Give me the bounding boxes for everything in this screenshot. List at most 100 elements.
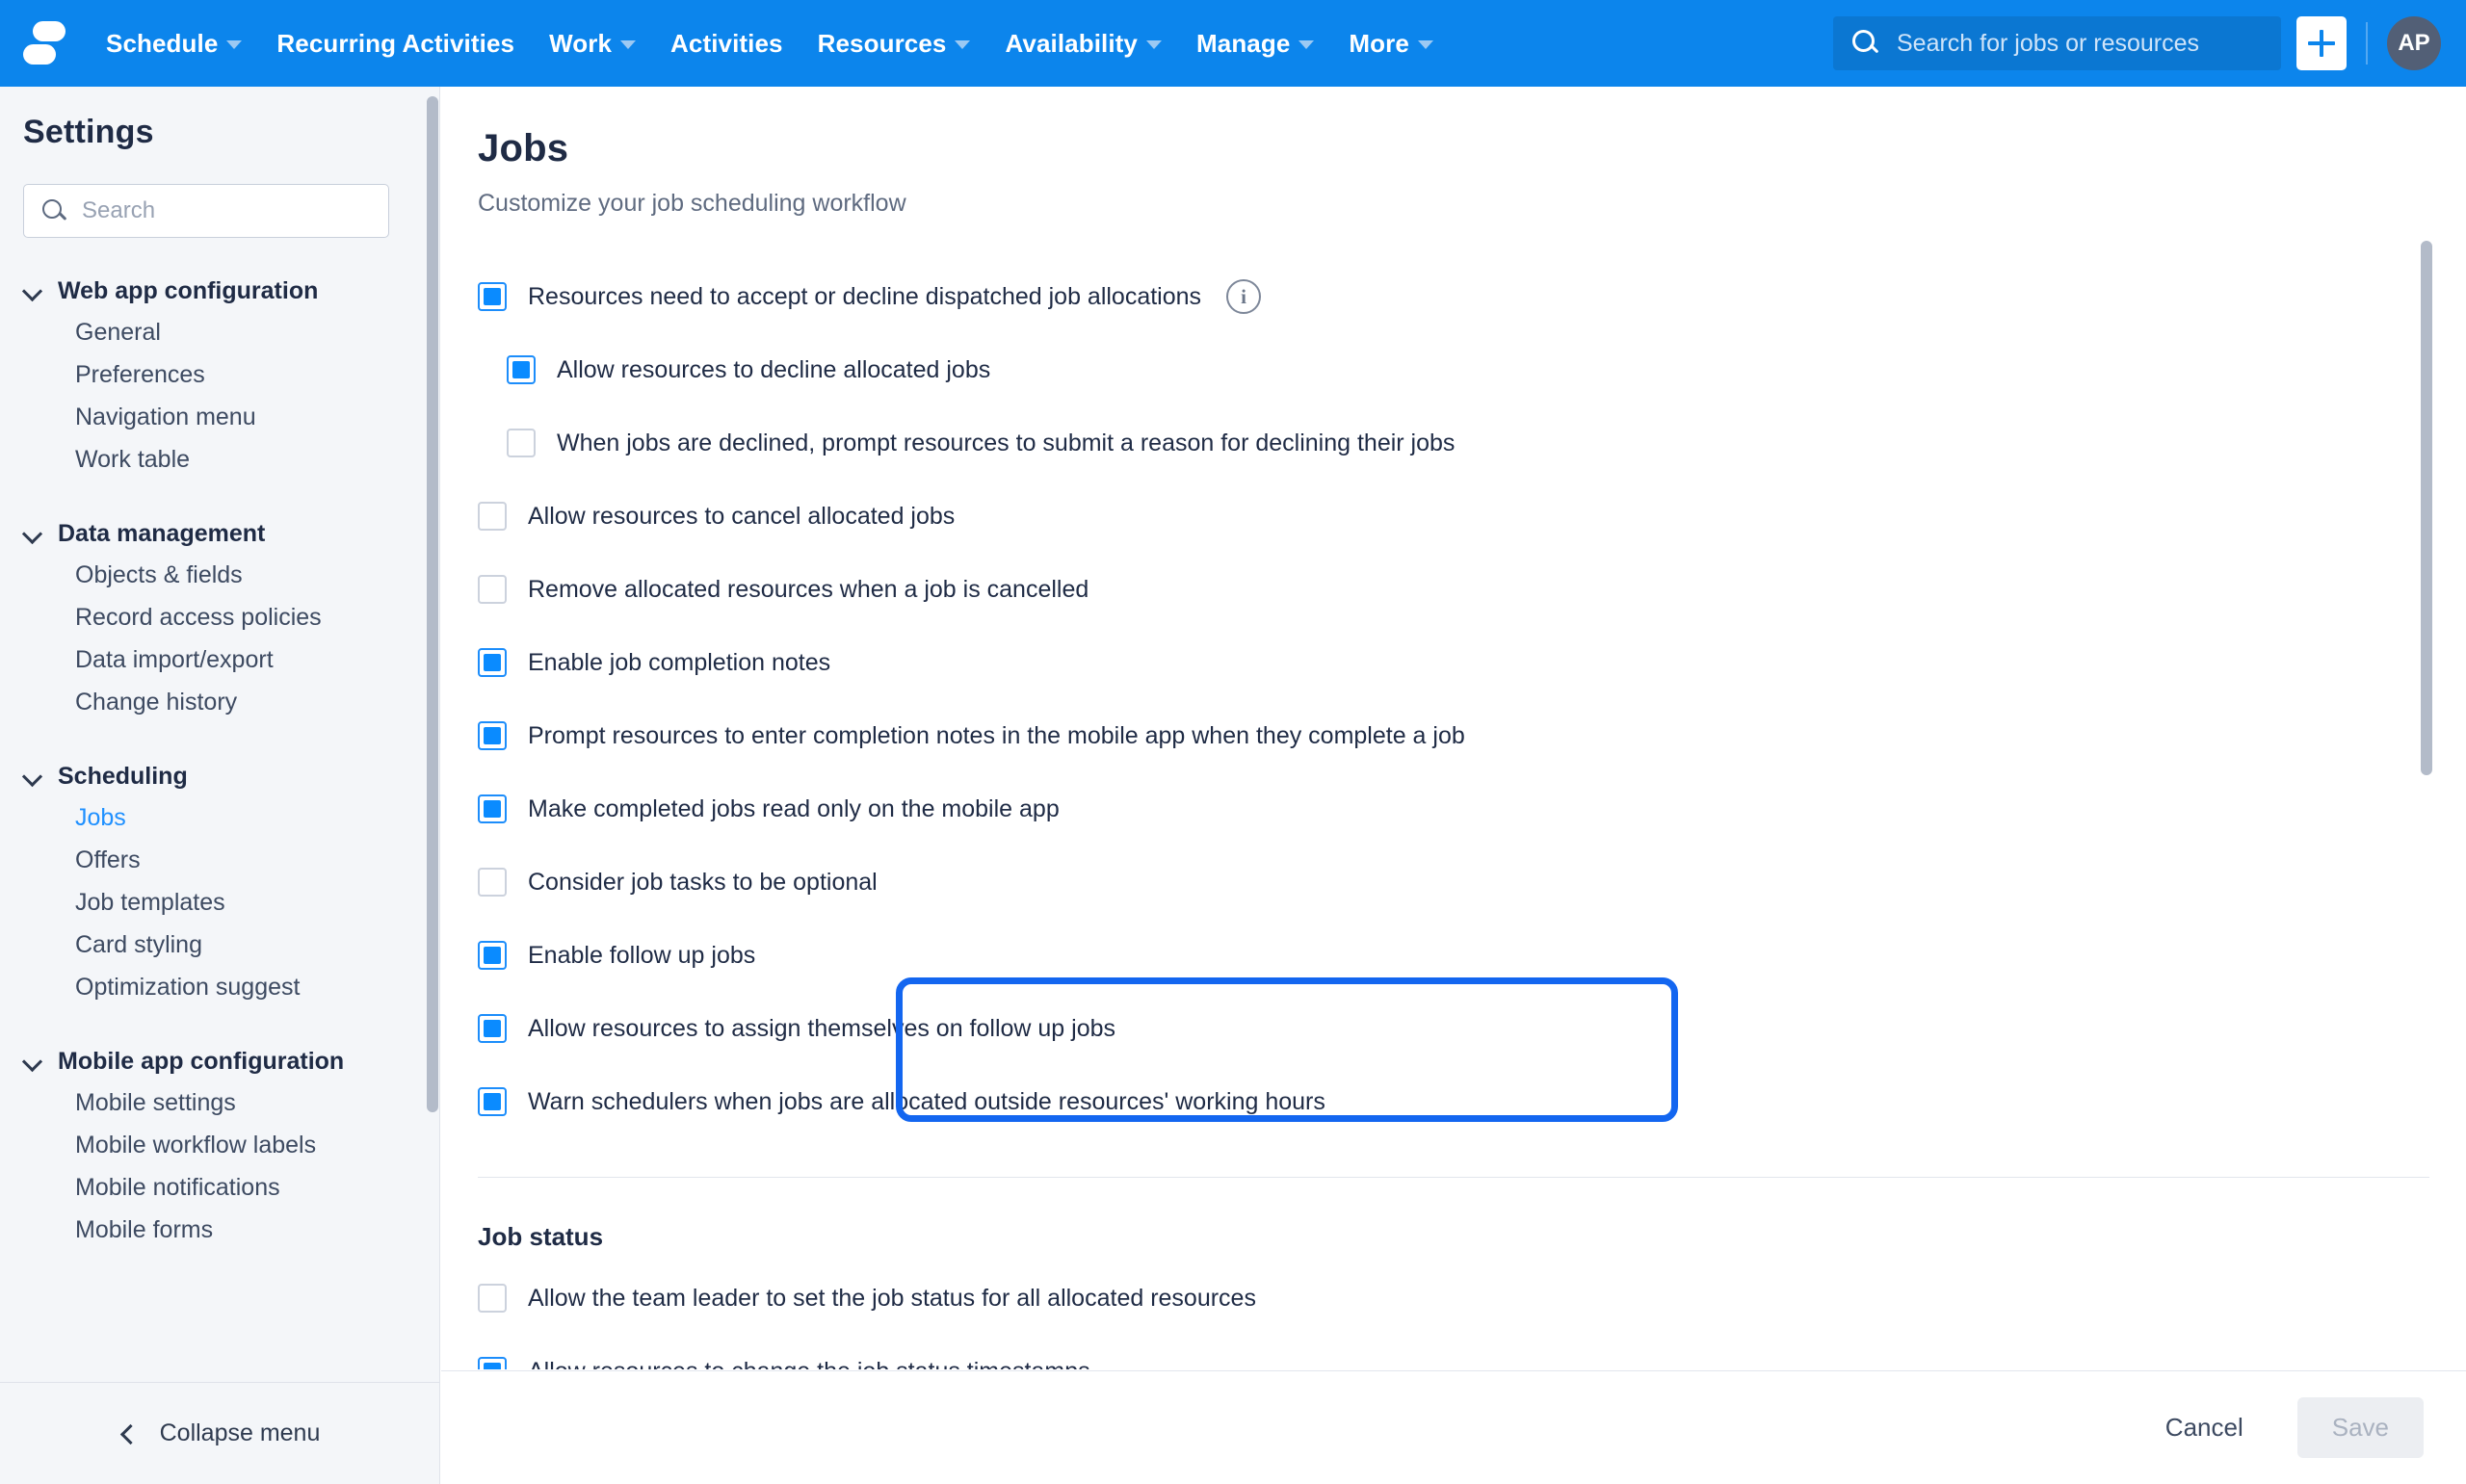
option-row[interactable]: Enable job completion notes	[441, 626, 2466, 699]
top-navigation-bar: Schedule Recurring Activities Work Activ…	[0, 0, 2466, 87]
sidebar-scrollbar[interactable]	[427, 96, 438, 1112]
checkbox-enable-job-completion-notes[interactable]	[478, 648, 507, 677]
chevron-down-icon	[955, 40, 971, 49]
nav-item-manage[interactable]: Manage	[1179, 0, 1331, 87]
info-icon[interactable]: i	[1226, 279, 1262, 314]
option-row[interactable]: Allow the team leader to set the job sta…	[441, 1262, 2466, 1335]
main-scrollbar[interactable]	[2421, 241, 2432, 775]
sidebar-item-job-templates[interactable]: Job templates	[0, 881, 421, 924]
checkbox-enable-follow-up-jobs[interactable]	[478, 941, 507, 970]
chevron-left-icon	[119, 1425, 137, 1443]
avatar[interactable]: AP	[2387, 16, 2441, 70]
sidebar-item-optimization-suggest[interactable]: Optimization suggest	[0, 966, 421, 1008]
nav-item-more[interactable]: More	[1331, 0, 1451, 87]
sidebar-item-objects-fields[interactable]: Objects & fields	[0, 554, 421, 596]
checkbox-prompt-decline-reason[interactable]	[507, 429, 536, 457]
nav-item-label: Recurring Activities	[276, 28, 515, 58]
nav-divider	[2366, 22, 2368, 65]
sidebar-item-preferences[interactable]: Preferences	[0, 353, 421, 396]
app-logo[interactable]	[0, 0, 89, 87]
option-row[interactable]: Allow resources to assign themselves on …	[441, 992, 2466, 1065]
sidebar-group-label: Web app configuration	[58, 276, 319, 304]
nav-item-resources[interactable]: Resources	[800, 0, 988, 87]
nav-item-schedule[interactable]: Schedule	[89, 0, 259, 87]
chevron-down-icon	[23, 281, 42, 300]
sidebar-title: Settings	[23, 114, 154, 150]
checkbox-resources-accept-decline[interactable]	[478, 282, 507, 311]
checkbox-completed-jobs-read-only[interactable]	[478, 794, 507, 823]
sidebar-group-header[interactable]: Mobile app configuration	[0, 1041, 421, 1081]
option-row[interactable]: Warn schedulers when jobs are allocated …	[441, 1065, 2466, 1138]
global-search-input[interactable]	[1895, 28, 2265, 59]
nav-items: Schedule Recurring Activities Work Activ…	[89, 0, 1451, 87]
checkbox-warn-outside-working-hours[interactable]	[478, 1087, 507, 1116]
sidebar-search[interactable]	[23, 184, 389, 238]
option-row[interactable]: Resources need to accept or decline disp…	[441, 260, 2466, 333]
logo-pill-top	[33, 21, 66, 41]
collapse-menu-button[interactable]: Collapse menu	[0, 1382, 439, 1484]
sidebar-item-label: Mobile settings	[75, 1088, 236, 1116]
sidebar-item-label: Card styling	[75, 930, 202, 958]
option-row[interactable]: Allow resources to decline allocated job…	[441, 333, 2466, 406]
nav-item-activities[interactable]: Activities	[653, 0, 800, 87]
form-footer: Cancel Save	[441, 1370, 2466, 1484]
sidebar-item-navigation-menu[interactable]: Navigation menu	[0, 396, 421, 438]
sidebar-group-web-app-configuration: Web app configuration General Preference…	[0, 271, 421, 481]
sidebar-item-change-history[interactable]: Change history	[0, 681, 421, 723]
checkbox-job-tasks-optional[interactable]	[478, 868, 507, 897]
sidebar-search-input[interactable]	[80, 196, 373, 225]
option-row[interactable]: Consider job tasks to be optional	[441, 846, 2466, 919]
sidebar-item-jobs[interactable]: Jobs	[0, 796, 421, 839]
checkbox-allow-decline-allocated-jobs[interactable]	[507, 355, 536, 384]
sidebar-group-header[interactable]: Scheduling	[0, 756, 421, 796]
global-search[interactable]	[1833, 16, 2281, 70]
option-label: Consider job tasks to be optional	[528, 868, 878, 896]
sidebar-item-mobile-notifications[interactable]: Mobile notifications	[0, 1166, 421, 1209]
sidebar-group-header[interactable]: Web app configuration	[0, 271, 421, 311]
add-button[interactable]	[2296, 16, 2347, 70]
option-row[interactable]: Enable follow up jobs	[441, 919, 2466, 992]
sidebar-item-work-table[interactable]: Work table	[0, 438, 421, 481]
sidebar-item-label: Optimization suggest	[75, 973, 301, 1001]
sidebar-item-label: Work table	[75, 445, 191, 473]
checkbox-allow-cancel-allocated-jobs[interactable]	[478, 502, 507, 531]
info-icon-glyph: i	[1241, 284, 1246, 308]
sidebar-item-card-styling[interactable]: Card styling	[0, 924, 421, 966]
nav-item-availability[interactable]: Availability	[987, 0, 1179, 87]
checkbox-team-leader-set-status[interactable]	[478, 1284, 507, 1313]
sidebar-item-mobile-workflow-labels[interactable]: Mobile workflow labels	[0, 1124, 421, 1166]
sidebar-item-data-import-export[interactable]: Data import/export	[0, 638, 421, 681]
sidebar-item-mobile-settings[interactable]: Mobile settings	[0, 1081, 421, 1124]
option-row[interactable]: When jobs are declined, prompt resources…	[441, 406, 2466, 480]
nav-item-work[interactable]: Work	[532, 0, 653, 87]
option-row[interactable]: Make completed jobs read only on the mob…	[441, 772, 2466, 846]
main-scroll-area: Jobs Customize your job scheduling workf…	[441, 87, 2466, 1369]
sidebar-group-label: Scheduling	[58, 762, 188, 790]
chevron-down-icon	[23, 524, 42, 543]
sidebar-item-general[interactable]: General	[0, 311, 421, 353]
option-label: Allow resources to change the job status…	[528, 1358, 1090, 1370]
sidebar-item-record-access-policies[interactable]: Record access policies	[0, 596, 421, 638]
nav-item-recurring-activities[interactable]: Recurring Activities	[259, 0, 532, 87]
chevron-down-icon	[620, 40, 637, 49]
sidebar-item-label: Offers	[75, 846, 141, 873]
sidebar-group-label: Data management	[58, 519, 266, 547]
option-row[interactable]: Remove allocated resources when a job is…	[441, 553, 2466, 626]
checkbox-change-status-timestamps[interactable]	[478, 1357, 507, 1369]
sidebar-item-offers[interactable]: Offers	[0, 839, 421, 881]
cancel-button[interactable]: Cancel	[2140, 1397, 2269, 1458]
option-row[interactable]: Allow resources to change the job status…	[441, 1335, 2466, 1369]
option-label: Allow the team leader to set the job sta…	[528, 1284, 1256, 1312]
option-row[interactable]: Prompt resources to enter completion not…	[441, 699, 2466, 772]
save-button[interactable]: Save	[2296, 1397, 2424, 1458]
sidebar-item-mobile-forms[interactable]: Mobile forms	[0, 1209, 421, 1251]
checkbox-prompt-completion-notes-mobile[interactable]	[478, 721, 507, 750]
checkbox-remove-allocated-on-cancel[interactable]	[478, 575, 507, 604]
option-row[interactable]: Allow resources to cancel allocated jobs	[441, 480, 2466, 553]
sidebar-item-label: Job templates	[75, 888, 225, 916]
option-label: Allow resources to assign themselves on …	[528, 1014, 1116, 1042]
sidebar-group-scheduling: Scheduling Jobs Offers Job templates Car…	[0, 756, 421, 1008]
checkbox-assign-self-follow-up-jobs[interactable]	[478, 1014, 507, 1043]
sidebar-group-header[interactable]: Data management	[0, 513, 421, 554]
sidebar-scroll-area: Settings Web app configuration General P…	[0, 87, 421, 1382]
